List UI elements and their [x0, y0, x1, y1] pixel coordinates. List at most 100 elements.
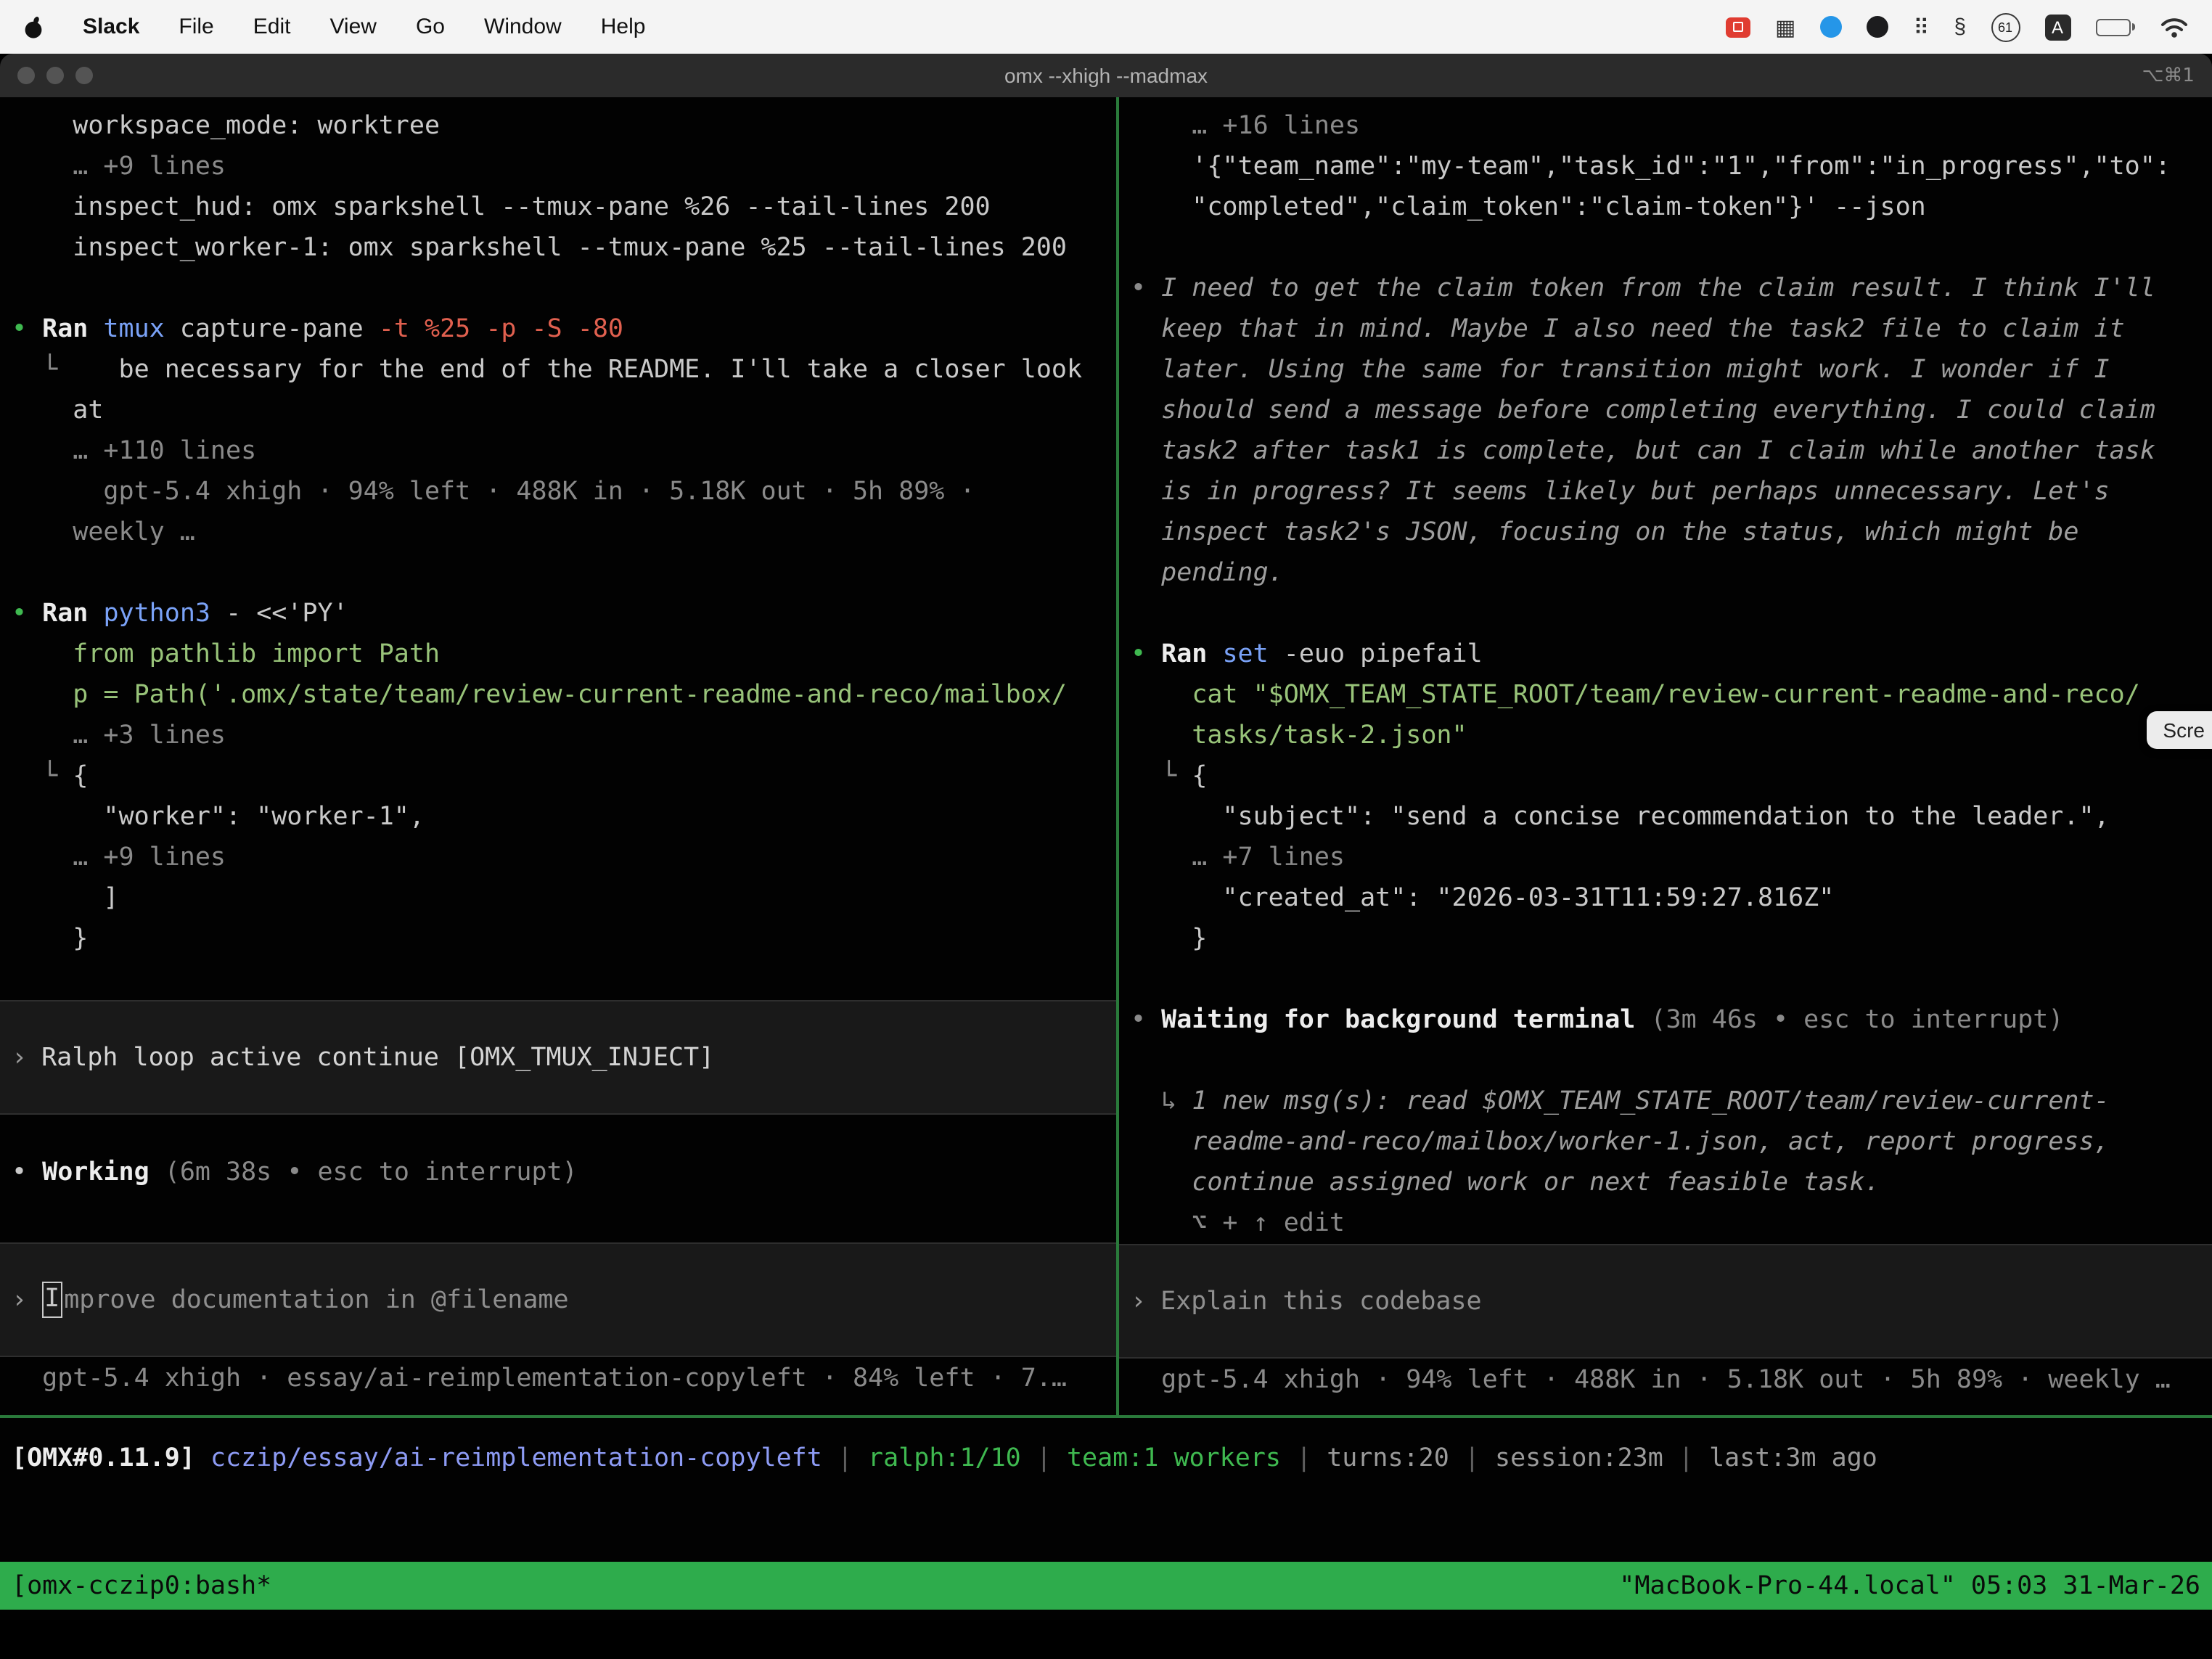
- terminal-line: "completed","claim_token":"claim-token"}…: [1131, 187, 2212, 228]
- right-model-status-line: gpt-5.4 xhigh · 94% left · 488K in · 5.1…: [1131, 1360, 2212, 1401]
- terminal-line: keep that in mind. Maybe I also need the…: [1131, 309, 2212, 350]
- terminal-line: }: [1131, 919, 2212, 959]
- terminal-line: … +9 lines: [12, 147, 1116, 187]
- tmux-session-label: [omx-cczip0:bash*: [12, 1571, 271, 1600]
- terminal-line: "worker": "worker-1",: [12, 797, 1116, 837]
- menu-view[interactable]: View: [329, 15, 377, 39]
- active-app-menu[interactable]: Slack: [83, 15, 139, 39]
- terminal-line: inspect_hud: omx sparkshell --tmux-pane …: [12, 187, 1116, 228]
- terminal-pane-right[interactable]: … +16 lines '{"team_name":"my-team","tas…: [1119, 97, 2212, 1415]
- macos-menu-bar: Slack File Edit View Go Window Help ▦ ⠿ …: [0, 0, 2212, 54]
- terminal-line: … +9 lines: [12, 837, 1116, 878]
- dark-app-status-icon[interactable]: [1867, 16, 1888, 38]
- prompt-chevron-icon: ›: [1131, 1287, 1146, 1316]
- terminal-line: └ {: [1131, 756, 2212, 797]
- terminal-pane-bottom[interactable]: [OMX#0.11.9] cczip/essay/ai-reimplementa…: [0, 1418, 2212, 1659]
- menu-window[interactable]: Window: [484, 15, 562, 39]
- omx-session-status-line: [OMX#0.11.9] cczip/essay/ai-reimplementa…: [12, 1438, 2212, 1479]
- close-button[interactable]: [17, 67, 35, 84]
- prompt-chevron-icon: ›: [12, 1043, 27, 1072]
- terminal-line: • Waiting for background terminal (3m 46…: [1131, 1000, 2212, 1041]
- zoom-button[interactable]: [75, 67, 93, 84]
- window-title: omx --xhigh --madmax: [1004, 64, 1208, 87]
- terminal-line: cat "$OMX_TEAM_STATE_ROOT/team/review-cu…: [1131, 675, 2212, 716]
- terminal-line: workspace_mode: worktree: [12, 106, 1116, 147]
- terminal-line: [1131, 594, 2212, 634]
- terminal-line: [1131, 228, 2212, 269]
- battery-nub: [2131, 23, 2135, 30]
- terminal-line: continue assigned work or next feasible …: [1131, 1163, 2212, 1203]
- prompt-placeholder: Explain this codebase: [1160, 1287, 1482, 1316]
- terminal-line: weekly …: [12, 512, 1116, 553]
- prompt-text: Ralph loop active continue [OMX_TMUX_INJ…: [41, 1043, 714, 1072]
- terminal-line: "created_at": "2026-03-31T11:59:27.816Z": [1131, 878, 2212, 919]
- battery-body: [2095, 18, 2130, 36]
- terminal-line: • Ran set -euo pipefail: [1131, 634, 2212, 675]
- terminal-line: from pathlib import Path: [12, 634, 1116, 675]
- battery-percent-badge[interactable]: 61: [1991, 12, 2020, 41]
- tmux-host-clock-label: "MacBook-Pro-44.local" 05:03 31-Mar-26: [1619, 1571, 2200, 1600]
- terminal-line: [12, 269, 1116, 309]
- terminal-line: "subject": "send a concise recommendatio…: [1131, 797, 2212, 837]
- terminal-line: … +16 lines: [1131, 106, 2212, 147]
- terminal-line: later. Using the same for transition mig…: [1131, 350, 2212, 390]
- dots-grid-icon[interactable]: ⠿: [1913, 14, 1929, 40]
- terminal-line: readme-and-reco/mailbox/worker-1.json, a…: [1131, 1122, 2212, 1163]
- terminal-line: task2 after task1 is complete, but can I…: [1131, 431, 2212, 472]
- terminal-line: └ be necessary for the end of the README…: [12, 350, 1116, 390]
- prompt-chevron-icon: ›: [12, 1285, 27, 1314]
- right-pane-output: … +16 lines '{"team_name":"my-team","tas…: [1131, 106, 2212, 1244]
- misc-status-icon[interactable]: §: [1954, 15, 1966, 39]
- terminal-line: at: [12, 390, 1116, 431]
- terminal-line: … +3 lines: [12, 716, 1116, 756]
- terminal-line: └ {: [12, 756, 1116, 797]
- screen-toast[interactable]: Scre: [2147, 711, 2212, 749]
- terminal-line: pending.: [1131, 553, 2212, 594]
- terminal-line: is in progress? It seems likely but perh…: [1131, 472, 2212, 512]
- terminal: workspace_mode: worktree … +9 lines insp…: [0, 97, 2212, 1620]
- terminal-line: … +110 lines: [12, 431, 1116, 472]
- terminal-line: ⌥ + ↑ edit: [1131, 1203, 2212, 1244]
- window-title-bar[interactable]: omx --xhigh --madmax ⌥⌘1: [0, 54, 2212, 97]
- keyboard-input-source-icon[interactable]: A: [2044, 14, 2070, 40]
- terminal-line: [OMX#0.11.9] cczip/essay/ai-reimplementa…: [12, 1438, 2212, 1479]
- terminal-line: • Ran tmux capture-pane -t %25 -p -S -80: [12, 309, 1116, 350]
- terminal-line: • Ran python3 - <<'PY': [12, 594, 1116, 634]
- right-prompt-input[interactable]: › Explain this codebase: [1119, 1244, 2212, 1359]
- terminal-line: [1131, 959, 2212, 1000]
- battery-icon[interactable]: [2095, 18, 2135, 36]
- screen: Slack File Edit View Go Window Help ▦ ⠿ …: [0, 0, 2212, 1620]
- terminal-pane-left[interactable]: workspace_mode: worktree … +9 lines insp…: [0, 97, 1116, 1415]
- menu-go[interactable]: Go: [416, 15, 445, 39]
- apple-menu-icon[interactable]: [23, 15, 44, 38]
- text-cursor: I: [41, 1282, 62, 1318]
- stop-square-icon: [1733, 22, 1743, 32]
- terminal-line: tasks/task-2.json": [1131, 716, 2212, 756]
- left-prompt-input[interactable]: › Improve documentation in @filename: [0, 1242, 1116, 1357]
- terminal-line: ]: [12, 878, 1116, 919]
- left-prompt-injected[interactable]: › Ralph loop active continue [OMX_TMUX_IN…: [0, 1000, 1116, 1115]
- menu-file[interactable]: File: [179, 15, 213, 39]
- menu-help[interactable]: Help: [601, 15, 646, 39]
- traffic-lights: [17, 67, 93, 84]
- terminal-line: inspect task2's JSON, focusing on the st…: [1131, 512, 2212, 553]
- terminal-line: … +7 lines: [1131, 837, 2212, 878]
- display-grid-icon[interactable]: ▦: [1775, 14, 1795, 40]
- minimize-button[interactable]: [46, 67, 64, 84]
- apple-logo-icon: [23, 15, 44, 38]
- left-pane-output: workspace_mode: worktree … +9 lines insp…: [12, 106, 1116, 959]
- terminal-line: }: [12, 919, 1116, 959]
- tmux-status-bar: [omx-cczip0:bash* "MacBook-Pro-44.local"…: [0, 1562, 2212, 1610]
- blue-app-status-icon[interactable]: [1820, 16, 1842, 38]
- terminal-line: should send a message before completing …: [1131, 390, 2212, 431]
- terminal-line: • I need to get the claim token from the…: [1131, 269, 2212, 309]
- prompt-placeholder: mprove documentation in @filename: [64, 1285, 568, 1314]
- terminal-line: [12, 553, 1116, 594]
- working-status-line: • Working (6m 38s • esc to interrupt): [12, 1152, 1116, 1193]
- terminal-line: • Working (6m 38s • esc to interrupt): [12, 1152, 1116, 1193]
- menu-edit[interactable]: Edit: [253, 15, 291, 39]
- terminal-line: ↳ 1 new msg(s): read $OMX_TEAM_STATE_ROO…: [1131, 1081, 2212, 1122]
- terminal-line: gpt-5.4 xhigh · 94% left · 488K in · 5.1…: [12, 472, 1116, 512]
- wifi-icon[interactable]: [2160, 15, 2189, 38]
- screen-recording-indicator-icon[interactable]: [1726, 17, 1750, 37]
